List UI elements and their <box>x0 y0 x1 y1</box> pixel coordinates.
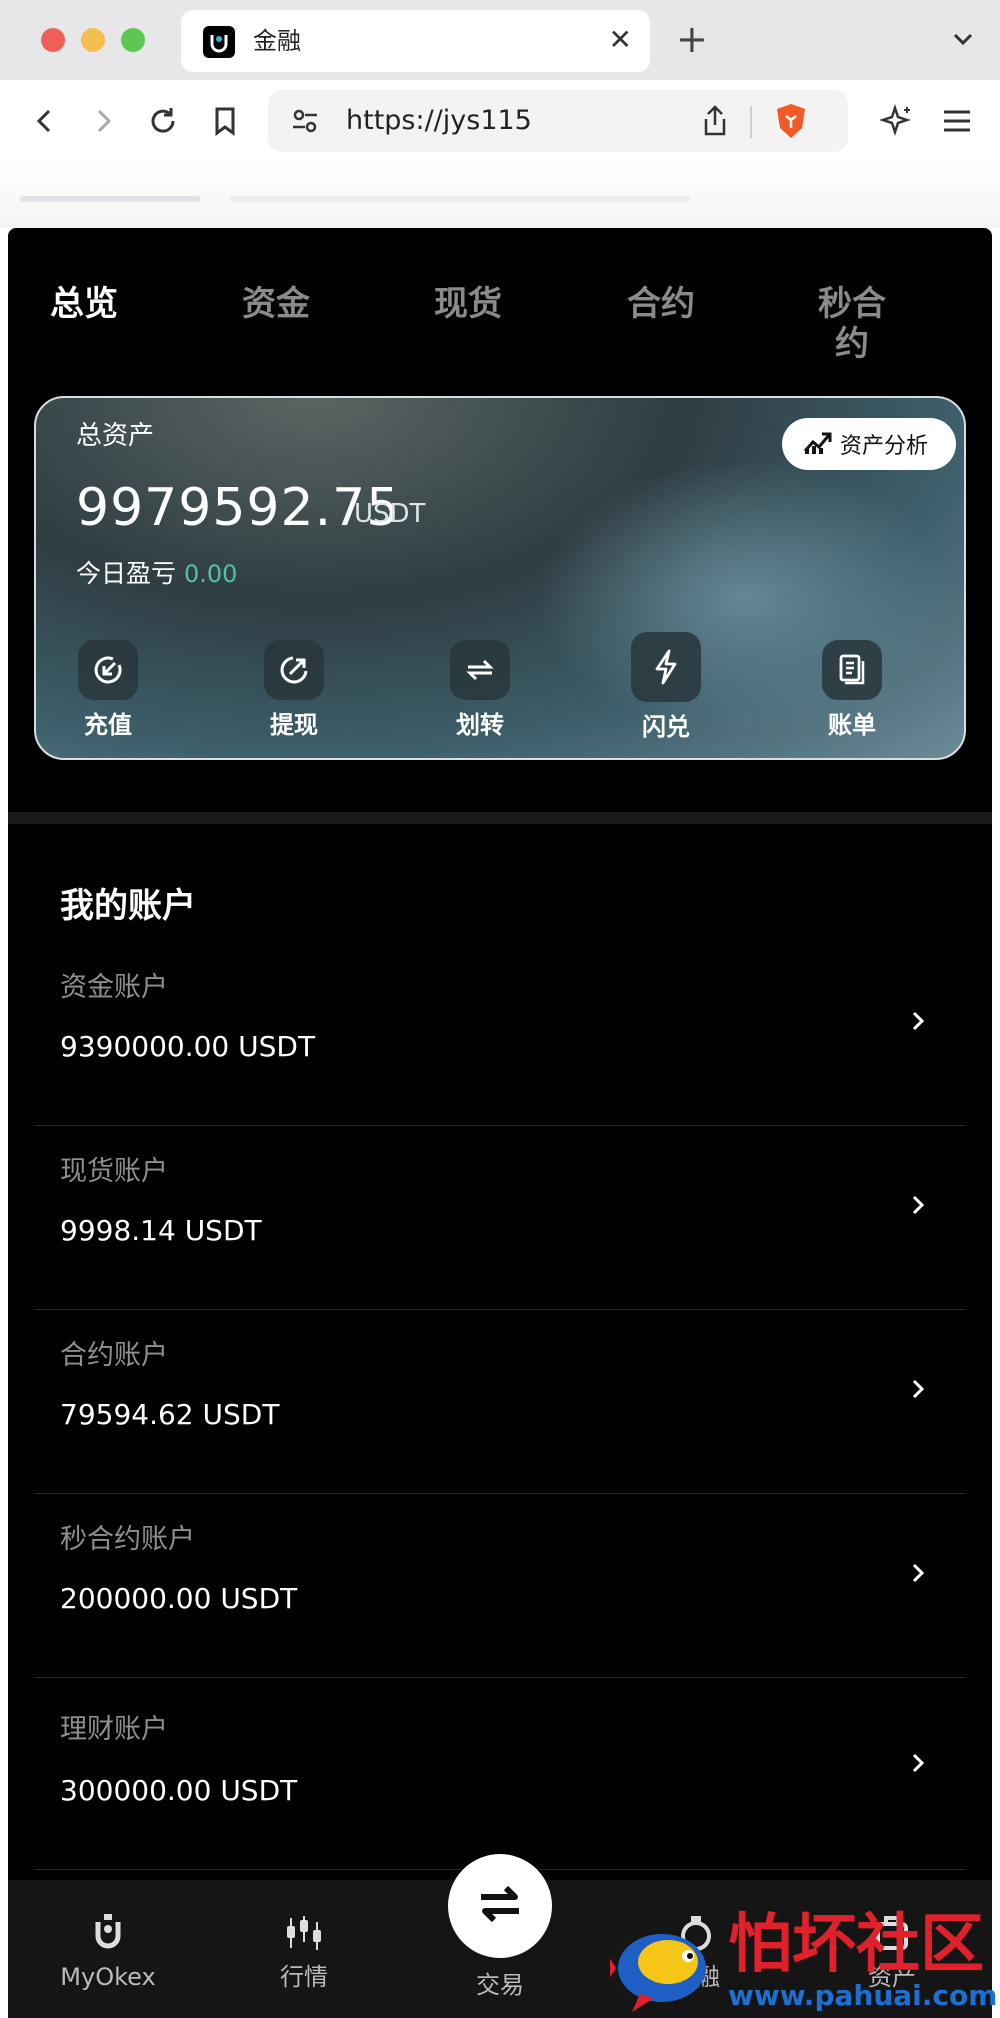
back-icon[interactable] <box>26 102 64 140</box>
deposit-button[interactable]: 充值 <box>58 640 158 740</box>
account-row-funding[interactable]: 资金账户 9390000.00 USDT <box>34 942 966 1126</box>
tab-spot[interactable]: 现货 <box>428 284 508 324</box>
url-separator <box>750 106 752 138</box>
nav-label: 行情 <box>280 1963 328 1991</box>
today-pnl-value: 0.00 <box>183 560 238 588</box>
tab-funds[interactable]: 资金 <box>236 284 316 324</box>
account-balance: 9998.14 USDT <box>60 1214 262 1247</box>
close-window-button[interactable] <box>41 28 65 52</box>
watermark: 怕坏社区 www.pahuai.com <box>606 1907 1000 2018</box>
blurred-banner <box>0 160 1000 228</box>
home-logo-icon <box>48 1910 168 1956</box>
browser-toolbar: https://jys115 <box>0 80 1000 160</box>
address-bar[interactable]: https://jys115 <box>268 90 848 152</box>
trade-button[interactable] <box>448 1854 552 1958</box>
asset-analysis-label: 资产分析 <box>840 434 929 459</box>
today-pnl: 今日盈亏 0.00 <box>76 558 237 590</box>
account-balance: 200000.00 USDT <box>60 1582 298 1615</box>
watermark-url: www.pahuai.com <box>728 1979 998 2012</box>
url-text[interactable]: https://jys115 <box>346 104 532 138</box>
transfer-label: 划转 <box>456 711 504 739</box>
account-name: 理财账户 <box>60 1714 168 1745</box>
tab-second-contract[interactable]: 秒合 约 <box>812 284 892 364</box>
bookmark-icon[interactable] <box>206 102 244 140</box>
market-icon <box>244 1910 364 1956</box>
chevron-right-icon <box>908 1376 928 1410</box>
site-favicon-icon <box>203 26 235 58</box>
nav-myokex[interactable]: MyOkex <box>48 1910 168 1992</box>
forward-icon[interactable] <box>84 102 122 140</box>
section-divider <box>8 812 992 824</box>
ai-sparkle-icon[interactable] <box>878 102 916 140</box>
account-balance: 300000.00 USDT <box>60 1774 298 1807</box>
share-icon[interactable] <box>700 104 730 142</box>
browser-tab[interactable]: 金融 ✕ <box>181 10 650 72</box>
flash-swap-label: 闪兑 <box>642 713 690 741</box>
flash-swap-icon <box>631 632 701 702</box>
app-container: 总览 资金 现货 合约 秒合 约 总资产 资产分析 9979592.75 USD… <box>8 228 992 2018</box>
site-settings-icon[interactable] <box>290 106 320 140</box>
total-assets-unit: USDT <box>354 499 426 529</box>
swap-arrows-icon <box>475 1882 525 1930</box>
chevron-right-icon <box>908 1560 928 1594</box>
tab-futures[interactable]: 合约 <box>621 284 701 324</box>
total-assets-card: 总资产 资产分析 9979592.75 USDT 今日盈亏 0.00 充值 提现 <box>34 396 966 760</box>
deposit-label: 充值 <box>84 711 132 739</box>
withdraw-label: 提现 <box>270 711 318 739</box>
total-assets-label: 总资产 <box>76 421 155 451</box>
transfer-button[interactable]: 划转 <box>430 640 530 740</box>
chevron-right-icon <box>908 1750 928 1784</box>
reload-icon[interactable] <box>144 102 182 140</box>
new-tab-icon[interactable]: + <box>676 18 708 60</box>
account-name: 合约账户 <box>60 1340 168 1371</box>
browser-tab-bar: 金融 ✕ + <box>0 0 1000 80</box>
nav-market[interactable]: 行情 <box>244 1910 364 1992</box>
account-name: 秒合约账户 <box>60 1524 195 1555</box>
account-row-spot[interactable]: 现货账户 9998.14 USDT <box>34 1126 966 1310</box>
fish-logo-icon <box>606 1916 720 2018</box>
account-balance: 79594.62 USDT <box>60 1398 280 1431</box>
watermark-text: 怕坏社区 <box>728 1907 984 1982</box>
tab-overview[interactable]: 总览 <box>44 284 124 324</box>
chevron-down-icon[interactable] <box>948 24 978 58</box>
account-row-futures[interactable]: 合约账户 79594.62 USDT <box>34 1310 966 1494</box>
my-accounts-title: 我的账户 <box>60 886 196 926</box>
nav-label: MyOkex <box>60 1963 156 1991</box>
account-row-wealth[interactable]: 理财账户 300000.00 USDT <box>34 1678 966 1870</box>
trade-label: 交易 <box>476 1971 524 1999</box>
blurred-line <box>20 196 200 202</box>
chevron-right-icon <box>908 1192 928 1226</box>
zoom-window-button[interactable] <box>121 28 145 52</box>
withdraw-icon <box>264 640 324 700</box>
brave-shield-icon[interactable] <box>774 102 808 144</box>
account-name: 资金账户 <box>60 972 168 1003</box>
account-row-second-contract[interactable]: 秒合约账户 200000.00 USDT <box>34 1494 966 1678</box>
menu-icon[interactable] <box>938 102 976 140</box>
flash-swap-button[interactable]: 闪兑 <box>616 632 716 742</box>
deposit-icon <box>78 640 138 700</box>
withdraw-button[interactable]: 提现 <box>244 640 344 740</box>
tab-close-icon[interactable]: ✕ <box>609 24 632 56</box>
bill-icon <box>822 640 882 700</box>
account-name: 现货账户 <box>60 1156 168 1187</box>
total-assets-value: 9979592.75 <box>76 478 401 538</box>
trend-chart-icon <box>802 429 832 459</box>
bill-label: 账单 <box>828 711 876 739</box>
minimize-window-button[interactable] <box>81 28 105 52</box>
blurred-line <box>230 196 690 202</box>
transfer-icon <box>450 640 510 700</box>
asset-analysis-button[interactable]: 资产分析 <box>782 418 956 470</box>
today-pnl-label: 今日盈亏 <box>76 559 177 588</box>
bill-button[interactable]: 账单 <box>802 640 902 740</box>
chevron-right-icon <box>908 1008 928 1042</box>
account-balance: 9390000.00 USDT <box>60 1030 316 1063</box>
tab-title: 金融 <box>253 27 301 55</box>
